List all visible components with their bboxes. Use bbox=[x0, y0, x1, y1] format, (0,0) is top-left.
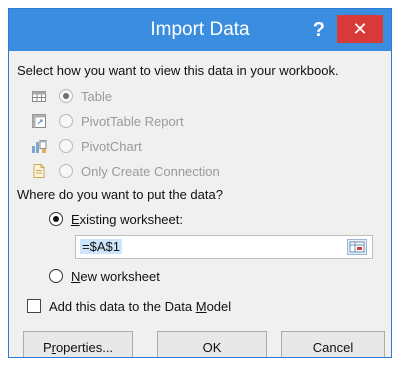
properties-button[interactable]: Properties... bbox=[23, 331, 133, 357]
table-radio[interactable] bbox=[59, 89, 73, 103]
option-existing-worksheet[interactable]: Existing worksheet: bbox=[49, 208, 183, 230]
view-prompt: Select how you want to view this data in… bbox=[17, 63, 339, 78]
table-label: Table bbox=[81, 88, 113, 104]
new-worksheet-label: New worksheet bbox=[71, 269, 160, 284]
title-bar[interactable]: Import Data ? ✕ bbox=[9, 9, 391, 51]
existing-worksheet-accesskey: E bbox=[71, 211, 80, 227]
reference-input[interactable]: =$A$1 bbox=[75, 235, 373, 259]
existing-worksheet-radio[interactable] bbox=[49, 212, 63, 226]
new-worksheet-label-rest: ew worksheet bbox=[80, 268, 160, 284]
new-worksheet-accesskey: N bbox=[71, 268, 81, 284]
range-select-icon[interactable] bbox=[347, 239, 367, 255]
option-only-connection[interactable]: Only Create Connection bbox=[31, 160, 220, 182]
option-pivotchart[interactable]: PivotChart bbox=[31, 135, 142, 157]
only-connection-radio[interactable] bbox=[59, 164, 73, 178]
table-icon bbox=[31, 88, 47, 104]
location-prompt: Where do you want to put the data? bbox=[17, 187, 223, 202]
existing-worksheet-label: Existing worksheet: bbox=[71, 212, 183, 227]
data-model-label: Add this data to the Data Model bbox=[49, 299, 231, 314]
ok-button[interactable]: OK bbox=[157, 331, 267, 357]
option-pivottable[interactable]: PivotTable Report bbox=[31, 110, 184, 132]
data-model-label-post: odel bbox=[206, 299, 232, 314]
import-data-dialog: Import Data ? ✕ Select how you want to v… bbox=[8, 8, 392, 358]
dialog-title: Import Data bbox=[150, 19, 250, 40]
data-model-label-pre: Add this data to the Data bbox=[49, 299, 196, 314]
properties-label-post: operties... bbox=[55, 340, 114, 355]
pivotchart-radio[interactable] bbox=[59, 139, 73, 153]
connection-icon bbox=[31, 163, 47, 179]
pivottable-icon bbox=[31, 113, 47, 129]
option-new-worksheet[interactable]: New worksheet bbox=[49, 265, 160, 287]
data-model-accesskey: M bbox=[195, 299, 207, 314]
pivotchart-label: PivotChart bbox=[81, 138, 142, 154]
dialog-body: Select how you want to view this data in… bbox=[9, 51, 391, 357]
data-model-checkbox[interactable] bbox=[27, 299, 41, 313]
pivottable-radio[interactable] bbox=[59, 114, 73, 128]
cancel-button[interactable]: Cancel bbox=[281, 331, 385, 357]
close-icon: ✕ bbox=[352, 19, 368, 39]
pivotchart-icon bbox=[31, 138, 47, 154]
pivottable-label: PivotTable Report bbox=[81, 113, 184, 129]
properties-label-pre: P bbox=[42, 340, 52, 355]
help-button[interactable]: ? bbox=[313, 9, 325, 51]
option-table[interactable]: Table bbox=[31, 85, 112, 107]
only-connection-label: Only Create Connection bbox=[81, 163, 220, 179]
existing-worksheet-label-rest: xisting worksheet: bbox=[79, 211, 183, 227]
new-worksheet-radio[interactable] bbox=[49, 269, 63, 283]
close-button[interactable]: ✕ bbox=[337, 15, 383, 43]
reference-value: =$A$1 bbox=[80, 239, 122, 254]
